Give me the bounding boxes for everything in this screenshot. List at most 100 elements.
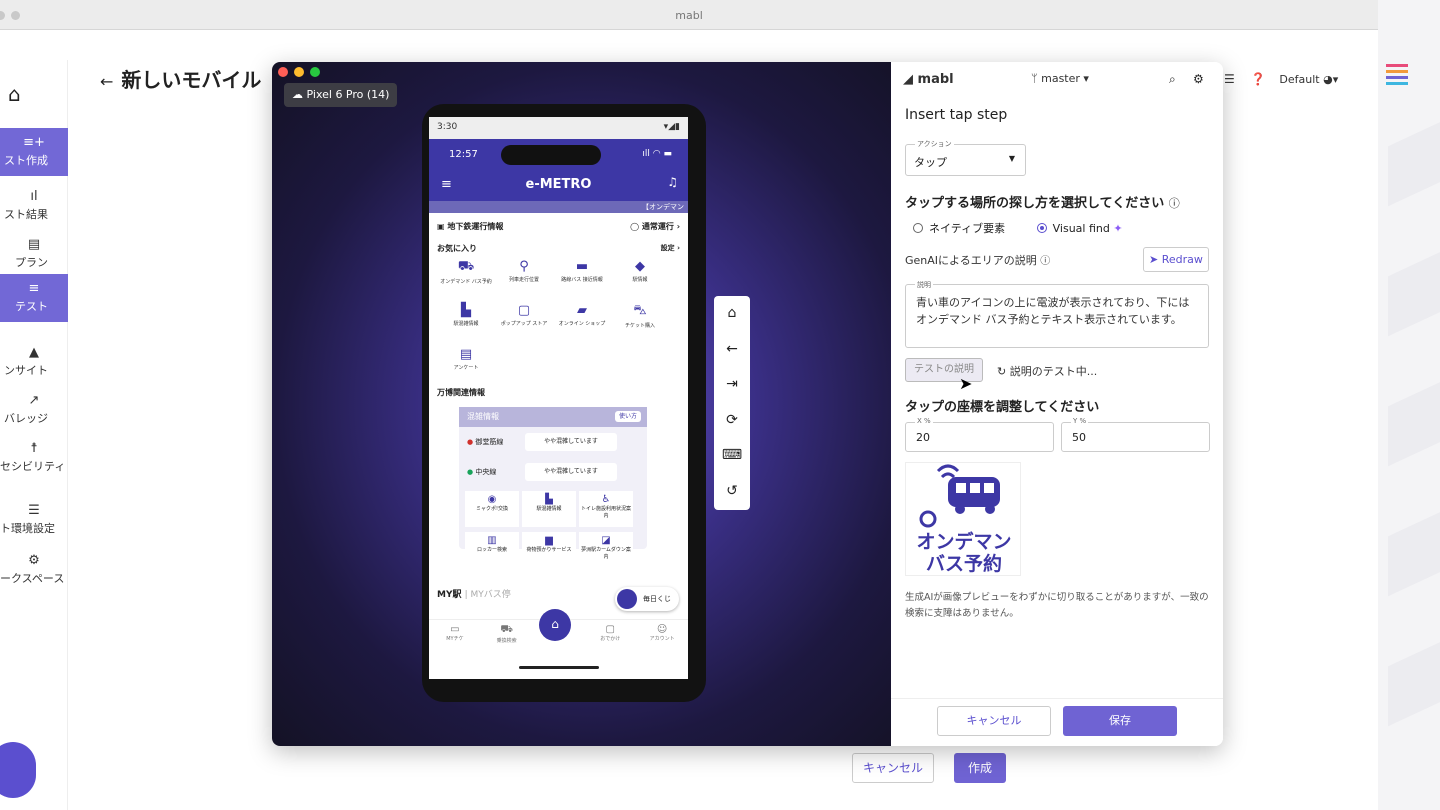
favorites-settings-link[interactable]: 設定 › — [661, 243, 680, 253]
nav-item-insights[interactable]: ▲ ンサイト — [0, 338, 68, 386]
tile-toilet-status[interactable]: ♿ トイレ施設利用状況案内 — [579, 491, 633, 527]
nav-item-accessibility[interactable]: ☨ セシビリティ — [0, 434, 68, 482]
cart-icon: ⛍ — [633, 303, 647, 318]
notification-bell-icon[interactable]: ♫ — [667, 175, 678, 189]
mouse-cursor-icon: ➤ — [959, 374, 973, 393]
device-back-icon[interactable]: ← — [714, 332, 750, 368]
calendar-icon: ▤ — [27, 237, 41, 252]
daily-lottery-button[interactable]: 毎日くじ — [615, 587, 679, 611]
line-name: 御堂筋線 — [475, 438, 504, 446]
save-button[interactable]: 保存 — [1063, 706, 1177, 736]
device-rotate-icon[interactable]: ⟳ — [714, 403, 750, 439]
radio-native-element[interactable]: ネイティブ要素 — [913, 222, 1005, 235]
device-enter-icon[interactable]: ⇥ — [714, 367, 750, 403]
environment-name: Default — [1279, 73, 1320, 86]
fav-survey[interactable]: ▤ アンケート — [437, 345, 495, 389]
branch-icon: ᛘ — [1031, 72, 1042, 85]
nav-item-label: テスト — [15, 300, 48, 313]
fav-label: アンケート — [453, 365, 479, 371]
tab-route-search[interactable]: ⛟ 乗換検索 — [484, 620, 530, 653]
nav-item-workspace[interactable]: ⚙ ークスペース — [0, 546, 68, 594]
how-to-button[interactable]: 使い方 — [614, 411, 641, 422]
line-row-midosuji[interactable]: ● 御堂筋線 やや混雑しています — [459, 427, 647, 457]
home-icon[interactable]: ⌂ — [8, 82, 21, 106]
subway-info-row[interactable]: ▣ 地下鉄運行情報 ◯ 通常運行 › — [429, 213, 688, 239]
nav-item-label: ンサイト — [4, 364, 48, 377]
fav-station-crowd[interactable]: ▙ 駅混雑情報 — [437, 301, 495, 345]
tab-my-ticket[interactable]: ▭ MYチケ — [432, 620, 478, 653]
nav-item-test-results[interactable]: ıl スト結果 — [0, 182, 68, 230]
my-station-tab[interactable]: MY駅 — [437, 590, 461, 600]
add-list-icon: ≡+ — [23, 135, 45, 150]
help-icon[interactable]: ⓘ — [1040, 256, 1050, 267]
nav-item-coverage[interactable]: ↗ バレッジ — [0, 386, 68, 434]
back-arrow-icon[interactable]: ← — [100, 72, 113, 91]
tile-locker-search[interactable]: ▥ ロッカー検索 — [465, 532, 519, 568]
nav-item-label: バレッジ — [4, 412, 48, 425]
description-textarea[interactable]: 青い車のアイコンの上に電波が表示されており、下にはオンデマンド バス予約とテキス… — [905, 284, 1209, 348]
radio-native-circle — [913, 223, 923, 233]
nav-item-plans[interactable]: ▤ プラン — [0, 230, 68, 278]
device-history-icon[interactable]: ↺ — [714, 474, 750, 510]
page-title: ← 新しいモバイル — [100, 64, 261, 93]
device-home-icon[interactable]: ⌂ — [714, 296, 750, 332]
phone-screen[interactable]: 3:30 ▾◢▮ 12:57 ıll ◠ ▬ ≡ e-METRO ♫ 【オンデマ… — [429, 117, 688, 679]
fav-ticket-purchase[interactable]: ⛍ チケット購入 — [611, 301, 669, 345]
emulator-minimize-dot[interactable] — [294, 67, 304, 77]
fav-station-info[interactable]: ◆ 駅情報 — [611, 257, 669, 301]
expo-tiles: ◉ ミャクポ!交換 ▙ 駅混雑情報 ♿ トイレ施設利用状況案内 ▥ ロッカー検索 ▆ 荷物… — [459, 487, 647, 577]
tile-label: トイレ施設利用状況案内 — [580, 506, 631, 519]
cancel-button[interactable]: キャンセル — [937, 706, 1051, 736]
fav-bus-approach[interactable]: ▬ 路線バス 接近情報 — [553, 257, 611, 301]
mabl-logo: ◢ mabl — [903, 72, 954, 87]
page-cancel-button[interactable]: キャンセル — [852, 753, 934, 783]
filter-icon[interactable]: ☰ — [1224, 72, 1235, 86]
page-create-button[interactable]: 作成 — [954, 753, 1006, 783]
home-fab-icon[interactable]: ⌂ — [539, 609, 571, 641]
fav-ondemand-bus[interactable]: ⛟ オンデマンド バス予約 — [437, 257, 495, 301]
help-circle-icon[interactable]: ❓ — [1251, 72, 1266, 86]
status-time: 3:30 — [437, 122, 458, 132]
environment-selector[interactable]: Default ◕▾ — [1279, 73, 1338, 86]
gesture-bar[interactable] — [519, 666, 599, 669]
testing-status-text: 説明のテスト中... — [1009, 365, 1098, 378]
y-percent-input[interactable]: 50 — [1061, 422, 1210, 452]
nav-item-label: スト作成 — [4, 154, 48, 167]
x-percent-input[interactable]: 20 — [905, 422, 1054, 452]
page-title-text: 新しいモバイル — [121, 68, 262, 92]
branch-selector[interactable]: ᛘ master ▾ — [1031, 72, 1089, 85]
line-row-chuo[interactable]: ● 中央線 やや混雑しています — [459, 457, 647, 487]
fav-train-position[interactable]: ⚲ 列車走行位置 — [495, 257, 553, 301]
nav-item-create-test[interactable]: ≡+ スト作成 — [0, 128, 68, 176]
fav-online-shop[interactable]: ▰ オンライン ショップ — [553, 301, 611, 345]
emulator-zoom-dot[interactable] — [310, 67, 320, 77]
crowd-status-pill: やや混雑しています — [525, 463, 617, 481]
route-icon: ⛟ — [500, 624, 513, 635]
tile-station-crowd[interactable]: ▙ 駅混雑情報 — [522, 491, 576, 527]
device-area: ☁ Pixel 6 Pro (14) 3:30 ▾◢▮ 12:57 ıll ◠ … — [272, 62, 891, 746]
nav-item-tests[interactable]: ≡ テスト — [0, 274, 68, 322]
android-status-bar: 3:30 ▾◢▮ — [429, 117, 688, 139]
genai-description-label: GenAIによるエリアの説明 ⓘ — [905, 252, 1050, 268]
tile-baggage-service[interactable]: ▆ 荷物預かりサービス — [522, 532, 576, 568]
tile-calmdown-guide[interactable]: ◪ 夢洲駅カームダウン案内 — [579, 532, 633, 568]
gear-icon[interactable]: ⚙ — [1193, 72, 1204, 86]
search-icon[interactable]: ⌕ — [1169, 72, 1176, 87]
y-percent-label: Y % — [1071, 417, 1089, 425]
tab-outing[interactable]: ▢ おでかけ — [587, 620, 633, 653]
my-bus-stop-tab[interactable]: MYバス停 — [471, 590, 511, 600]
help-icon[interactable]: ⓘ — [1169, 197, 1180, 210]
bus-stop-icon: ▬ — [575, 259, 589, 274]
redraw-button[interactable]: ➤ Redraw — [1143, 247, 1209, 272]
nav-item-environment-settings[interactable]: ☰ ト環境設定 — [0, 496, 68, 544]
trend-icon: ↗ — [28, 393, 40, 408]
daily-lottery-label: 毎日くじ — [643, 595, 671, 603]
emulator-close-dot[interactable] — [278, 67, 288, 77]
preview-line-2: バス予約 — [925, 553, 1002, 575]
fav-popup-store[interactable]: ▢ ポップアップ ストア — [495, 301, 553, 345]
tab-account[interactable]: ☺ アカウント — [639, 620, 685, 653]
chat-bubble-button[interactable] — [0, 742, 36, 798]
device-keyboard-icon[interactable]: ⌨ — [714, 438, 750, 474]
radio-visual-find[interactable]: Visual find ✦ — [1036, 222, 1123, 235]
tile-myakupo[interactable]: ◉ ミャクポ!交換 — [465, 491, 519, 527]
